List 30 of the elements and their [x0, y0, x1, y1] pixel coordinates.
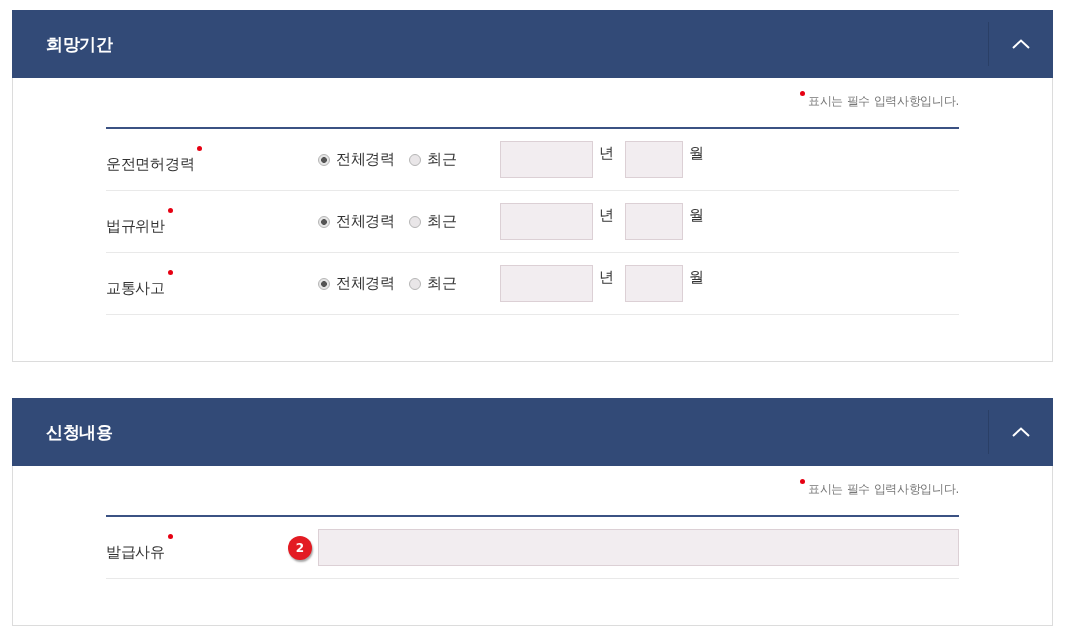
year-input-field[interactable]	[500, 203, 593, 240]
radio-option[interactable]: 전체경력	[318, 274, 395, 293]
unit-label: 월	[689, 204, 704, 225]
field-label: 교통사고	[106, 277, 165, 298]
month-input-field[interactable]	[625, 203, 683, 240]
field-label: 발급사유	[106, 541, 165, 562]
radio-option[interactable]: 전체경력	[318, 212, 395, 231]
required-dot-icon	[800, 479, 806, 484]
unit-label: 월	[689, 142, 704, 163]
field-label: 운전면허경력	[106, 153, 195, 174]
unit-label: 년	[599, 204, 614, 225]
year-input-field[interactable]	[500, 141, 593, 178]
radio-option[interactable]: 전체경력	[318, 150, 395, 169]
panel-title: 신청내용	[46, 420, 112, 444]
radio-option[interactable]: 최근	[408, 150, 457, 169]
number-marker: 2	[288, 535, 312, 560]
required-dot-icon	[800, 91, 806, 96]
reason-input-field[interactable]	[318, 529, 959, 566]
radio-option[interactable]: 최근	[408, 212, 457, 231]
required-note: 표시는 필수 입력사항입니다.	[808, 93, 959, 110]
month-input-field[interactable]	[625, 141, 683, 178]
required-note: 표시는 필수 입력사항입니다.	[808, 481, 959, 498]
field-label: 법규위반	[106, 215, 165, 236]
year-input-field[interactable]	[500, 265, 593, 302]
panel-title: 희망기간	[46, 32, 112, 56]
unit-label: 년	[599, 142, 614, 163]
month-input-field[interactable]	[625, 265, 683, 302]
radio-option[interactable]: 최근	[408, 274, 457, 293]
unit-label: 년	[599, 266, 614, 287]
unit-label: 월	[689, 266, 704, 287]
